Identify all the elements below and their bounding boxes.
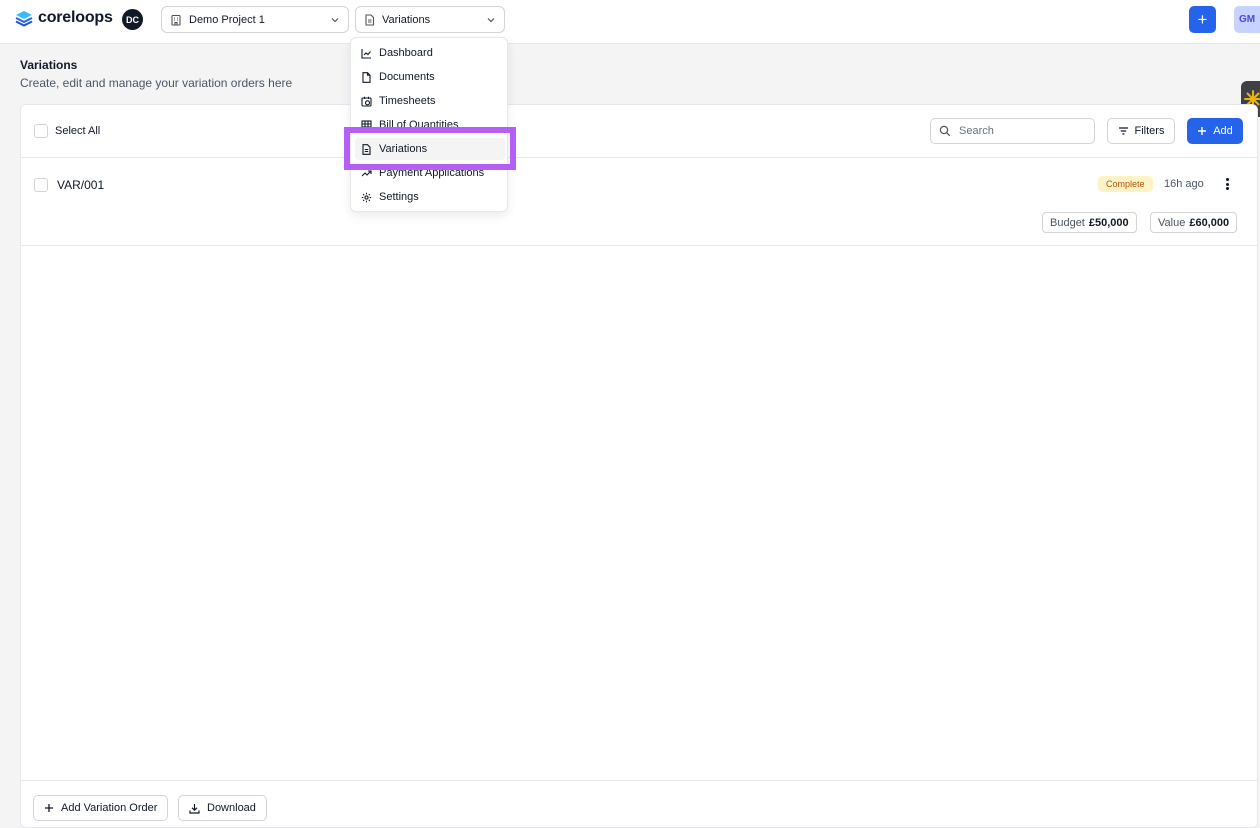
add-button[interactable]: Add (1187, 118, 1243, 144)
search-box[interactable] (930, 118, 1095, 144)
variations-card: Select All Filters Add (20, 104, 1258, 828)
menu-item-label: Bill of Quantities (379, 119, 459, 131)
menu-item-label: Documents (379, 71, 435, 83)
menu-item-label: Dashboard (379, 47, 433, 59)
chart-line-icon (361, 48, 372, 59)
value-label: Value (1158, 216, 1186, 229)
module-select[interactable]: Variations (355, 6, 505, 33)
add-label: Add (1213, 125, 1233, 137)
plus-icon (44, 803, 54, 813)
menu-item-label: Payment Applications (379, 167, 485, 179)
filters-label: Filters (1134, 125, 1165, 137)
card-footer: Add Variation Order Download (21, 780, 1257, 828)
budget-tag: Budget £50,000 (1042, 212, 1137, 233)
list-toolbar: Select All Filters Add (21, 105, 1257, 158)
download-button[interactable]: Download (178, 795, 267, 821)
value-amount: £60,000 (1189, 216, 1230, 229)
user-avatar[interactable]: GM (1234, 6, 1260, 33)
select-all-checkbox[interactable] (34, 124, 48, 138)
menu-item-documents[interactable]: Documents (355, 66, 505, 88)
variation-id[interactable]: VAR/001 (57, 178, 104, 192)
table-row[interactable]: VAR/001 Complete 16h ago Budget £50,000 … (21, 158, 1257, 246)
updated-time: 16h ago (1164, 178, 1204, 190)
menu-item-dashboard[interactable]: Dashboard (355, 42, 505, 64)
file-text-icon (364, 13, 375, 26)
menu-item-label: Timesheets (379, 95, 436, 107)
top-bar: coreloops DC Demo Project 1 Variations +… (0, 0, 1260, 44)
menu-item-label: Variations (379, 143, 428, 155)
more-options-icon[interactable] (1220, 177, 1234, 191)
menu-item-payment-applications[interactable]: Payment Applications (355, 162, 505, 184)
menu-item-label: Settings (379, 191, 419, 203)
org-badge[interactable]: DC (122, 9, 143, 30)
value-tag: Value £60,000 (1150, 212, 1238, 233)
plus-icon (1197, 126, 1207, 136)
logo-icon (14, 9, 34, 27)
building-icon (170, 14, 182, 26)
project-select-value: Demo Project 1 (189, 13, 265, 26)
project-select[interactable]: Demo Project 1 (161, 6, 349, 33)
logo-text: coreloops (38, 9, 113, 26)
menu-item-settings[interactable]: Settings (355, 186, 505, 208)
menu-item-bill-of-quantities[interactable]: Bill of Quantities (355, 114, 505, 136)
filters-button[interactable]: Filters (1107, 118, 1175, 144)
download-icon (189, 803, 200, 814)
create-button[interactable]: + (1189, 6, 1216, 33)
gear-icon (361, 192, 372, 203)
menu-item-timesheets[interactable]: Timesheets (355, 90, 505, 112)
module-menu: Dashboard Documents Timesheets Bill of Q… (350, 37, 508, 212)
page-subtitle: Create, edit and manage your variation o… (20, 76, 293, 90)
menu-item-variations[interactable]: Variations (355, 138, 505, 160)
chevron-down-icon (330, 15, 340, 25)
trending-up-icon (361, 168, 372, 179)
chevron-down-icon (486, 15, 496, 25)
filter-icon (1118, 126, 1129, 136)
file-icon (361, 71, 372, 83)
select-all-label: Select All (55, 125, 101, 137)
search-icon (939, 125, 951, 137)
calendar-clock-icon (361, 96, 372, 107)
budget-label: Budget (1050, 216, 1085, 229)
file-text-icon (361, 143, 372, 155)
logo[interactable]: coreloops (14, 9, 113, 27)
table-icon (361, 119, 372, 131)
add-variation-order-label: Add Variation Order (61, 802, 158, 814)
download-label: Download (207, 802, 256, 814)
add-variation-order-button[interactable]: Add Variation Order (33, 795, 169, 821)
status-badge: Complete (1098, 176, 1153, 192)
page-title: Variations (20, 58, 78, 72)
budget-value: £50,000 (1088, 216, 1129, 229)
search-input[interactable] (959, 125, 1089, 137)
module-select-value: Variations (382, 13, 431, 26)
row-checkbox[interactable] (34, 178, 48, 192)
